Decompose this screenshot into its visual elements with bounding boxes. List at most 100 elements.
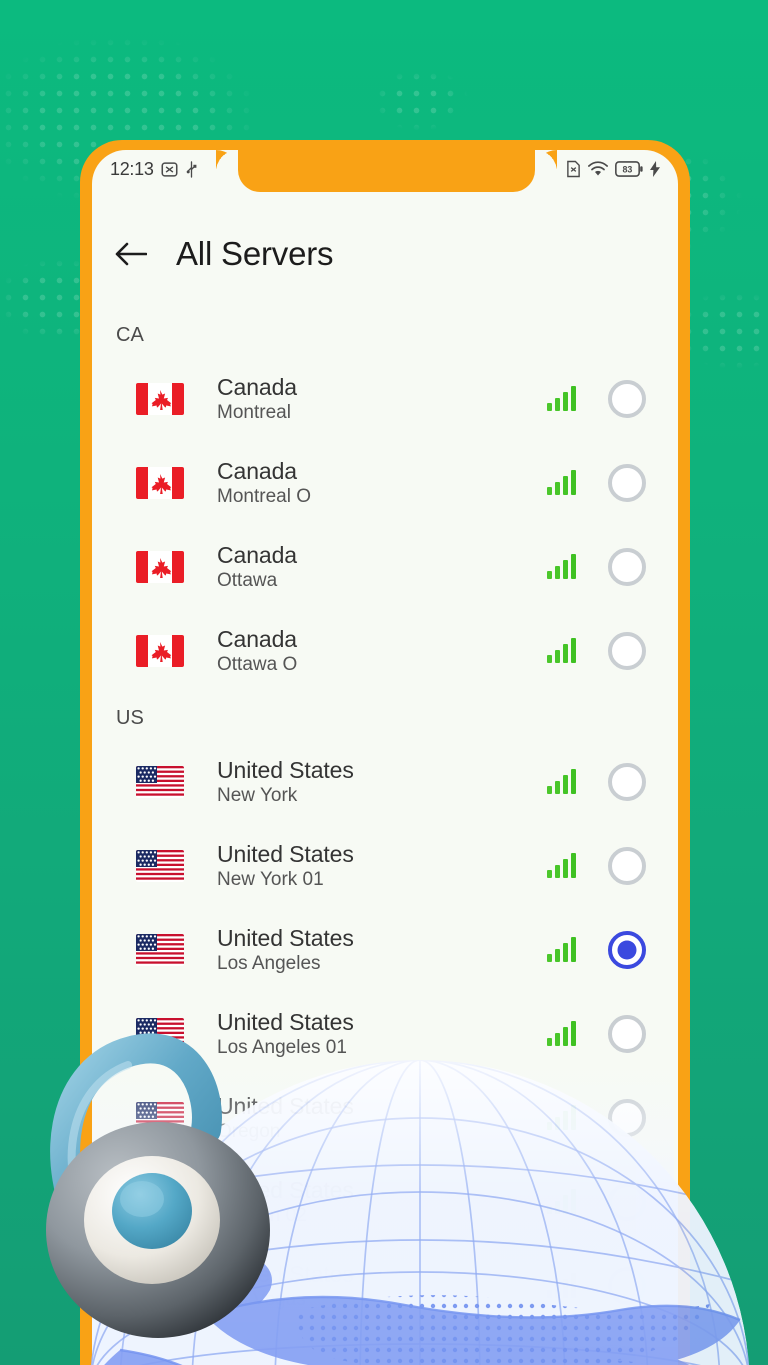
flag-united-states-icon (136, 766, 184, 798)
server-country: Canada (217, 541, 297, 568)
flag-united-states-icon (136, 1270, 184, 1302)
server-city: New York (217, 784, 298, 806)
flag-united-states-icon (136, 1102, 184, 1134)
server-row[interactable]: United States New York 01 (92, 824, 678, 908)
server-row-text: Canada Ottawa (184, 541, 547, 594)
signal-strength-icon (547, 386, 576, 411)
signal-strength-icon (547, 470, 576, 495)
status-time: 12:13 (110, 158, 154, 179)
flag-canada-icon (136, 551, 184, 583)
signal-strength-icon (547, 638, 576, 663)
server-row-text: Canada Montreal (184, 373, 547, 426)
server-row[interactable]: Canada Montreal O (92, 441, 678, 525)
flag-canada-icon (136, 635, 184, 667)
flag-canada-icon (136, 635, 184, 667)
flag-united-states-icon (136, 934, 184, 966)
flag-canada-icon (136, 551, 184, 583)
server-row[interactable]: United States Oregon 02 (92, 1160, 678, 1244)
phone-screen: 12:13 83 All Servers CA Canada Montreal … (92, 150, 678, 1365)
flag-united-states-icon (136, 934, 184, 966)
group-label-us: US (116, 707, 144, 729)
server-row-text: United States Los Angeles (184, 924, 547, 977)
radio-button[interactable] (608, 380, 646, 418)
radio-button[interactable] (608, 763, 646, 801)
server-row[interactable]: Canada Montreal (92, 357, 678, 441)
flag-united-states-icon (136, 766, 184, 798)
server-country: United States (217, 756, 354, 783)
server-country: United States (217, 1008, 354, 1035)
server-row[interactable]: United States Las Vegas (92, 1244, 678, 1328)
flag-canada-icon (136, 467, 184, 499)
server-country: United States (217, 1092, 354, 1119)
radio-button[interactable] (608, 548, 646, 586)
signal-strength-icon (547, 853, 576, 878)
radio-button[interactable] (608, 847, 646, 885)
flag-united-states-icon (136, 850, 184, 882)
server-row[interactable]: United States Los Angeles 01 (92, 992, 678, 1076)
app-header: All Servers (92, 212, 678, 296)
wifi-icon (588, 161, 608, 177)
server-row-text: United States Oregon 02 (184, 1176, 547, 1229)
flag-canada-icon (136, 383, 184, 415)
battery-level-text: 83 (622, 164, 632, 174)
server-row-text: Canada Montreal O (184, 457, 547, 510)
status-bar-right: 83 (566, 160, 660, 178)
server-city: Montreal O (217, 485, 311, 507)
radio-button[interactable] (608, 1015, 646, 1053)
server-row[interactable]: United States Los Angeles (92, 908, 678, 992)
server-row-text: United States Las Vegas (184, 1260, 547, 1313)
flag-canada-icon (136, 467, 184, 499)
server-row[interactable]: United States New York (92, 740, 678, 824)
server-city: Montreal (217, 401, 291, 423)
server-row[interactable]: United States Oregon (92, 1076, 678, 1160)
status-bar-left: 12:13 (110, 159, 198, 180)
phone-frame: 12:13 83 All Servers CA Canada Montreal … (80, 140, 690, 1365)
back-button[interactable] (114, 237, 148, 271)
signal-strength-icon (547, 769, 576, 794)
radio-button[interactable] (608, 1183, 646, 1221)
flag-united-states-icon (136, 1270, 184, 1302)
signal-strength-icon (547, 1021, 576, 1046)
signal-strength-icon (547, 937, 576, 962)
radio-button[interactable] (608, 464, 646, 502)
battery-icon: 83 (615, 161, 643, 177)
server-city: Ottawa O (217, 653, 298, 675)
signal-strength-icon (547, 1105, 576, 1130)
flag-united-states-icon (136, 1102, 184, 1134)
server-country: Canada (217, 625, 297, 652)
server-city: New York 01 (217, 868, 324, 890)
page-title: All Servers (176, 235, 334, 272)
flag-united-states-icon (136, 850, 184, 882)
server-country: United States (217, 840, 354, 867)
server-row-text: United States Los Angeles 01 (184, 1008, 547, 1061)
flag-united-states-icon (136, 1186, 184, 1218)
server-row[interactable]: Canada Ottawa (92, 525, 678, 609)
signal-strength-icon (547, 1273, 576, 1298)
server-city: Ottawa (217, 569, 278, 591)
server-city: Los Angeles (217, 952, 321, 974)
server-row-text: United States New York 01 (184, 840, 547, 893)
radio-button[interactable] (608, 632, 646, 670)
signal-strength-icon (547, 554, 576, 579)
charging-bolt-icon (650, 161, 660, 177)
server-row-text: Canada Ottawa O (184, 625, 547, 678)
server-row[interactable]: Canada Ottawa O (92, 609, 678, 693)
radio-button-selected[interactable] (608, 931, 646, 969)
no-sim-icon (566, 160, 581, 178)
radio-button[interactable] (608, 1267, 646, 1305)
usb-icon (185, 160, 198, 178)
flag-canada-icon (136, 383, 184, 415)
radio-button[interactable] (608, 1099, 646, 1137)
server-country: Canada (217, 457, 297, 484)
server-city: Oregon 02 (217, 1204, 307, 1226)
server-country: Canada (217, 373, 297, 400)
server-country: United States (217, 924, 354, 951)
status-bar: 12:13 83 (92, 150, 678, 188)
server-list[interactable]: CA Canada Montreal Canada Montreal O Canada Ot… (92, 310, 678, 1328)
server-city: Oregon (217, 1120, 281, 1142)
flag-united-states-icon (136, 1018, 184, 1050)
flag-united-states-icon (136, 1018, 184, 1050)
server-city: Los Angeles 01 (217, 1036, 347, 1058)
group-label-ca: CA (116, 324, 144, 346)
server-row-text: United States Oregon (184, 1092, 547, 1145)
